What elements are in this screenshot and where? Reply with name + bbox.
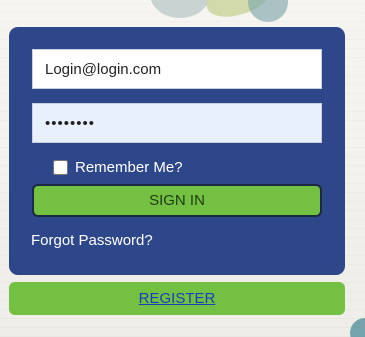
remember-me-label: Remember Me? [75, 158, 183, 176]
register-bar[interactable]: REGISTER [9, 282, 345, 315]
login-panel: Remember Me? SIGN IN Forgot Password? [9, 27, 345, 275]
background-decoration [150, 0, 210, 18]
background-decoration [248, 0, 288, 22]
background-decoration [200, 0, 280, 25]
password-input[interactable] [32, 103, 322, 143]
remember-me-checkbox[interactable] [53, 159, 68, 175]
sign-in-button[interactable]: SIGN IN [32, 184, 322, 217]
forgot-password-link[interactable]: Forgot Password? [31, 232, 153, 249]
remember-me[interactable]: Remember Me? [53, 157, 183, 177]
username-input[interactable] [32, 49, 322, 89]
register-link[interactable]: REGISTER [139, 290, 216, 307]
background-decoration [350, 318, 365, 337]
